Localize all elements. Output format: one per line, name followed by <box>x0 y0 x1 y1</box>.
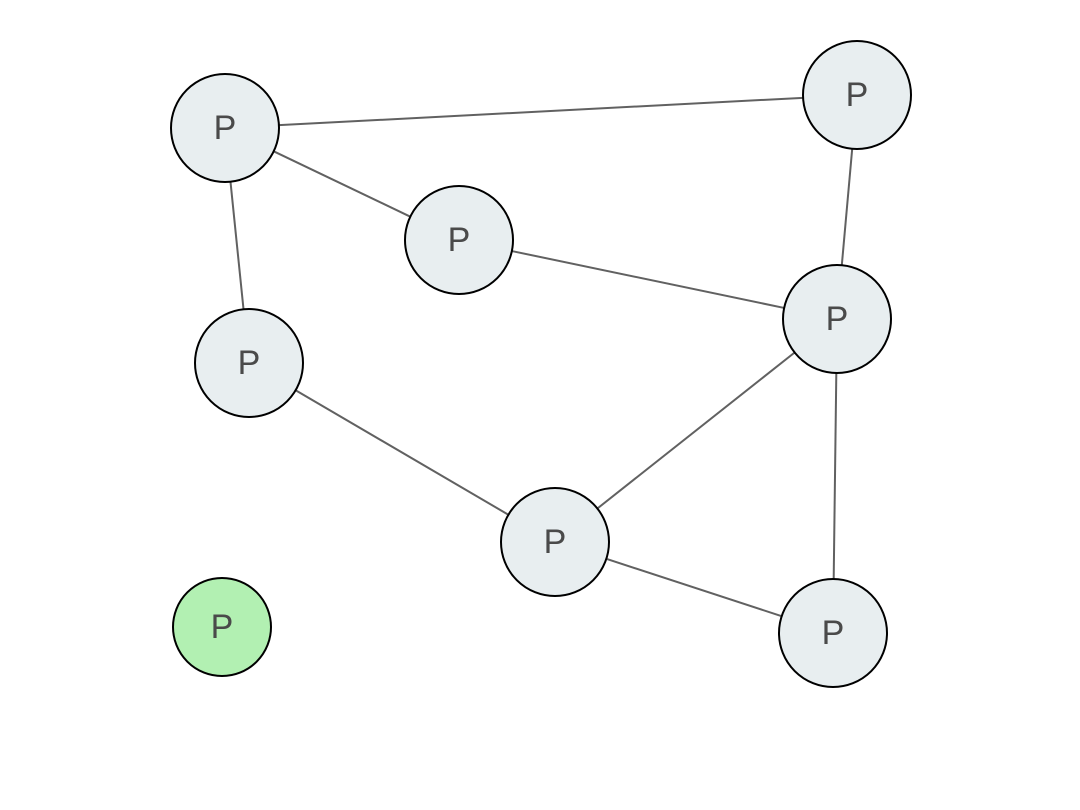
graph-node[interactable]: P <box>779 579 887 687</box>
graph-edge <box>842 149 852 265</box>
graph-node[interactable]: P <box>783 265 891 373</box>
graph-edge <box>834 373 837 579</box>
graph-node[interactable]: P <box>501 488 609 596</box>
graph-edge <box>597 352 794 508</box>
graph-node[interactable]: P <box>171 74 279 182</box>
graph-edge <box>606 559 781 616</box>
graph-edge <box>512 251 784 308</box>
graph-node[interactable]: P <box>195 309 303 417</box>
graph-edge <box>230 182 243 310</box>
graph-node[interactable]: P <box>803 41 911 149</box>
graph-edge <box>296 390 509 514</box>
graph-node[interactable]: P <box>173 578 271 676</box>
graph-node[interactable]: P <box>405 186 513 294</box>
graph-node-label: P <box>826 300 849 338</box>
graph-node-label: P <box>211 608 234 646</box>
graph-node-label: P <box>238 344 261 382</box>
graph-node-label: P <box>214 109 237 147</box>
nodes-layer: P P P P P P P P <box>171 41 911 687</box>
graph-diagram: P P P P P P P P <box>0 0 1080 810</box>
graph-edge <box>274 151 411 216</box>
graph-node-label: P <box>822 614 845 652</box>
graph-node-label: P <box>448 221 471 259</box>
graph-node-label: P <box>544 523 567 561</box>
graph-node-label: P <box>846 76 869 114</box>
graph-edge <box>279 98 803 125</box>
